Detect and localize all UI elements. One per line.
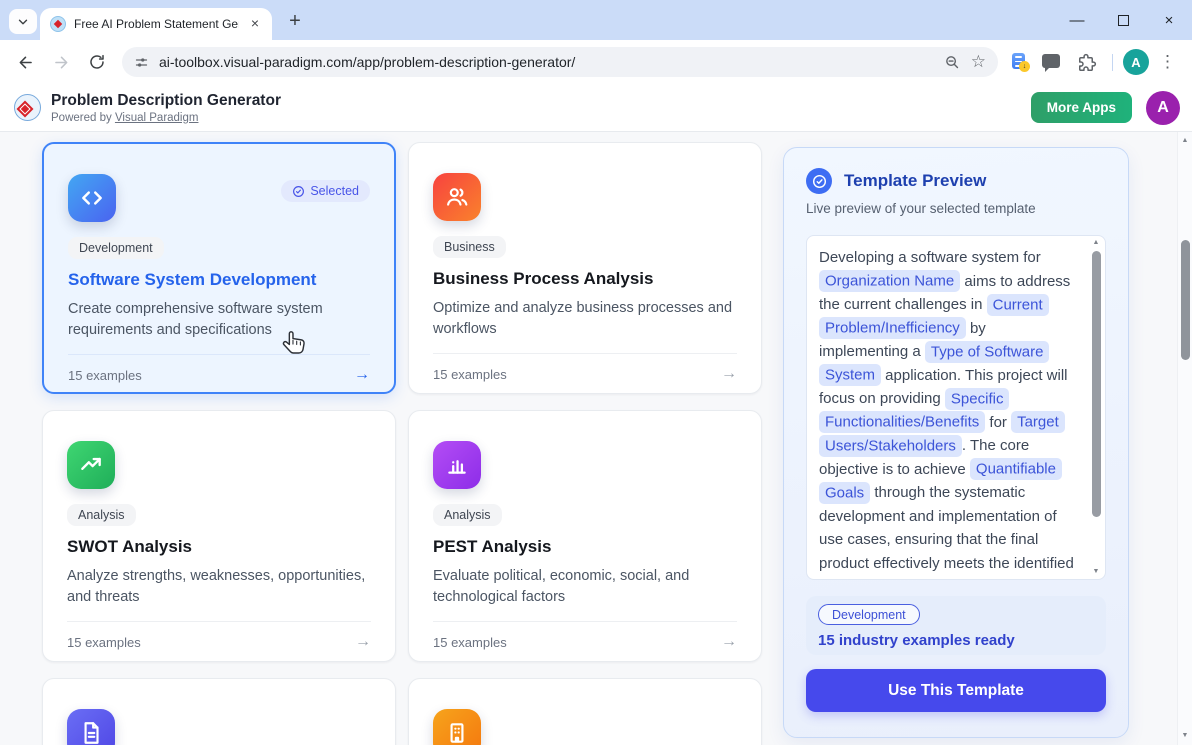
powered-by-label: Powered by bbox=[51, 112, 112, 124]
save-page-extension-icon[interactable]: ↓ bbox=[1010, 52, 1030, 72]
tab-close-icon[interactable]: × bbox=[247, 16, 263, 32]
window-close-button[interactable]: × bbox=[1146, 0, 1192, 40]
examples-count: 15 examples bbox=[433, 367, 507, 382]
bookmark-star-icon[interactable]: ☆ bbox=[971, 52, 986, 72]
maximize-button[interactable] bbox=[1100, 0, 1146, 40]
document-icon bbox=[67, 709, 115, 745]
toolbar-divider bbox=[1112, 54, 1113, 71]
card-title: Software System Development bbox=[68, 270, 370, 290]
browser-tab[interactable]: Free AI Problem Statement Gen × bbox=[40, 8, 272, 40]
back-button[interactable] bbox=[10, 47, 40, 77]
main-content: Selected Development Software System Dev… bbox=[0, 132, 1192, 745]
template-card-grid: Selected Development Software System Dev… bbox=[42, 142, 762, 745]
card-title: SWOT Analysis bbox=[67, 537, 371, 557]
arrow-right-icon[interactable]: → bbox=[721, 365, 737, 383]
url-input[interactable]: ai-toolbox.visual-paradigm.com/app/probl… bbox=[159, 54, 934, 70]
visual-paradigm-link[interactable]: Visual Paradigm bbox=[115, 112, 199, 124]
page-scroll-down-icon[interactable]: ▼ bbox=[1182, 731, 1189, 741]
tab-strip: Free AI Problem Statement Gen × + — × bbox=[0, 0, 1192, 40]
page-scroll-up-icon[interactable]: ▲ bbox=[1182, 136, 1189, 146]
template-card-pest-analysis[interactable]: Analysis PEST Analysis Evaluate politica… bbox=[408, 410, 762, 662]
site-settings-icon[interactable] bbox=[134, 55, 149, 70]
arrow-right-icon[interactable]: → bbox=[354, 366, 370, 384]
user-avatar[interactable]: A bbox=[1146, 91, 1180, 125]
arrow-right-icon[interactable]: → bbox=[721, 633, 737, 651]
preview-scrollbar[interactable]: ▲ ▼ bbox=[1089, 238, 1103, 577]
browser-menu-icon[interactable]: ⋮ bbox=[1155, 52, 1180, 72]
page-scrollbar-thumb[interactable] bbox=[1181, 240, 1190, 360]
site-favicon-icon bbox=[50, 16, 66, 32]
reload-button[interactable] bbox=[82, 47, 112, 77]
trending-up-icon bbox=[67, 441, 115, 489]
card-description: Evaluate political, economic, social, an… bbox=[433, 566, 737, 608]
category-badge: Analysis bbox=[433, 504, 502, 526]
examples-ready-text: 15 industry examples ready bbox=[818, 632, 1094, 649]
preview-subtitle: Live preview of your selected template bbox=[806, 201, 1106, 216]
more-apps-button[interactable]: More Apps bbox=[1031, 92, 1132, 123]
check-circle-icon bbox=[806, 168, 832, 194]
check-circle-icon bbox=[292, 185, 305, 198]
card-title: Business Process Analysis bbox=[433, 269, 737, 289]
card-description: Analyze strengths, weaknesses, opportuni… bbox=[67, 566, 371, 608]
chevron-down-icon bbox=[16, 15, 30, 29]
template-card-software-system-development[interactable]: Selected Development Software System Dev… bbox=[42, 142, 396, 394]
page-title: Problem Description Generator bbox=[51, 92, 281, 110]
maximize-icon bbox=[1118, 15, 1129, 26]
new-tab-button[interactable]: + bbox=[281, 7, 309, 35]
extensions-puzzle-icon[interactable] bbox=[1072, 47, 1102, 77]
preview-info-box: Development 15 industry examples ready bbox=[806, 596, 1106, 655]
preview-category-badge: Development bbox=[818, 604, 920, 625]
template-card-swot-analysis[interactable]: Analysis SWOT Analysis Analyze strengths… bbox=[42, 410, 396, 662]
code-icon bbox=[68, 174, 116, 222]
scroll-up-icon[interactable]: ▲ bbox=[1093, 238, 1100, 248]
browser-profile-avatar[interactable]: A bbox=[1123, 49, 1149, 75]
browser-toolbar: ai-toolbox.visual-paradigm.com/app/probl… bbox=[0, 40, 1192, 84]
category-badge: Business bbox=[433, 236, 506, 258]
address-bar[interactable]: ai-toolbox.visual-paradigm.com/app/probl… bbox=[122, 47, 998, 77]
tab-title: Free AI Problem Statement Gen bbox=[74, 17, 239, 31]
preview-title: Template Preview bbox=[844, 171, 986, 191]
scroll-down-icon[interactable]: ▼ bbox=[1093, 567, 1100, 577]
page-scrollbar[interactable]: ▲ ▼ bbox=[1177, 132, 1192, 745]
zoom-out-icon[interactable] bbox=[944, 54, 961, 71]
use-template-button[interactable]: Use This Template bbox=[806, 669, 1106, 712]
examples-count: 15 examples bbox=[68, 368, 142, 383]
people-icon bbox=[433, 173, 481, 221]
template-card-business-process-analysis[interactable]: Business Business Process Analysis Optim… bbox=[408, 142, 762, 394]
scrollbar-thumb[interactable] bbox=[1092, 251, 1101, 517]
minimize-button[interactable]: — bbox=[1054, 0, 1100, 40]
template-card-partial-building[interactable] bbox=[408, 678, 762, 745]
comment-bubble-icon[interactable] bbox=[1036, 47, 1066, 77]
card-description: Create comprehensive software system req… bbox=[68, 299, 370, 341]
card-description: Optimize and analyze business processes … bbox=[433, 298, 737, 340]
powered-by-text: Powered by Visual Paradigm bbox=[51, 112, 281, 124]
preview-textbox[interactable]: Developing a software system for Organiz… bbox=[806, 235, 1106, 580]
card-title: PEST Analysis bbox=[433, 537, 737, 557]
visual-paradigm-logo bbox=[14, 94, 41, 121]
category-badge: Analysis bbox=[67, 504, 136, 526]
forward-button[interactable] bbox=[46, 47, 76, 77]
category-badge: Development bbox=[68, 237, 164, 259]
selected-badge: Selected bbox=[281, 180, 370, 202]
bar-chart-icon bbox=[433, 441, 481, 489]
tab-search-button[interactable] bbox=[9, 9, 37, 34]
template-card-partial-document[interactable] bbox=[42, 678, 396, 745]
selected-badge-label: Selected bbox=[310, 184, 359, 198]
building-icon bbox=[433, 709, 481, 745]
app-header: Problem Description Generator Powered by… bbox=[0, 84, 1192, 132]
template-preview-panel: Template Preview Live preview of your se… bbox=[783, 147, 1129, 738]
arrow-right-icon[interactable]: → bbox=[355, 633, 371, 651]
forward-arrow-icon bbox=[52, 53, 71, 72]
examples-count: 15 examples bbox=[433, 635, 507, 650]
browser-window: Free AI Problem Statement Gen × + — × ai… bbox=[0, 0, 1192, 745]
back-arrow-icon bbox=[16, 53, 35, 72]
reload-icon bbox=[88, 53, 106, 71]
examples-count: 15 examples bbox=[67, 635, 141, 650]
preview-text: Developing a software system for Organiz… bbox=[819, 246, 1077, 580]
